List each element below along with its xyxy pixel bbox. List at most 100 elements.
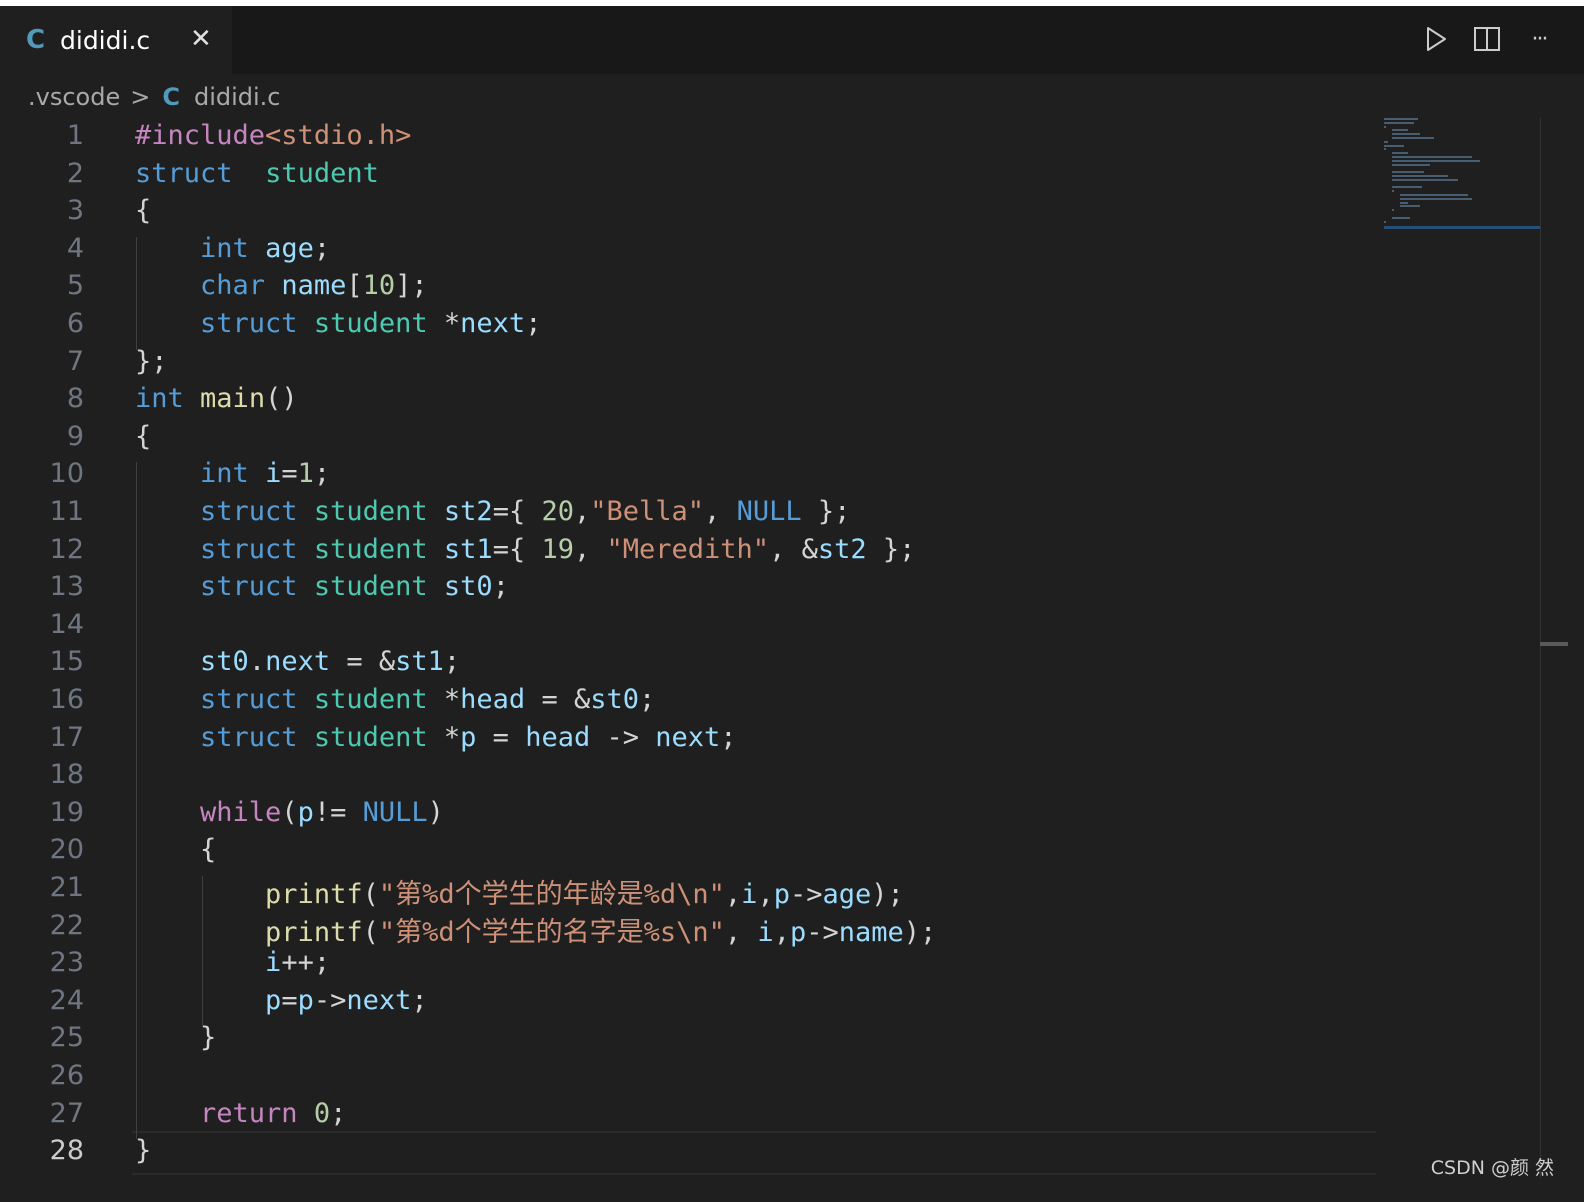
- code-token: }: [135, 1022, 217, 1054]
- line-number: 13: [49, 571, 84, 603]
- code-token: ,: [724, 879, 742, 910]
- code-token: student: [313, 308, 428, 339]
- code-token: ->: [590, 721, 656, 753]
- scrollbar-thumb[interactable]: [1540, 642, 1568, 646]
- code-token: );: [871, 879, 904, 910]
- breadcrumb: .vscode > C dididi.c: [28, 80, 280, 114]
- code-token: ={: [492, 496, 542, 527]
- code-line[interactable]: 24 p=p->next;: [0, 985, 1376, 1023]
- code-token: struct: [200, 496, 298, 527]
- line-number: 23: [49, 947, 84, 979]
- line-number: 24: [49, 984, 84, 1016]
- code-text: #include<stdio.h>: [135, 120, 411, 151]
- code-line[interactable]: 9{: [0, 421, 1376, 459]
- code-line[interactable]: 27 return 0;: [0, 1098, 1376, 1136]
- code-line[interactable]: 8 int main(): [0, 383, 1376, 421]
- minimap-line: [1392, 178, 1458, 181]
- code-token: 19: [541, 533, 574, 565]
- code-text: };: [135, 346, 168, 377]
- code-line[interactable]: 15 st0.next = &st1;: [0, 646, 1376, 684]
- minimap-line: [1392, 171, 1424, 174]
- code-token: int: [200, 232, 249, 264]
- code-line[interactable]: 22 printf("第%d个学生的名字是%s\n", i,p->name);: [0, 910, 1376, 948]
- code-token: };: [866, 533, 916, 565]
- tab-label: dididi.c: [60, 26, 151, 55]
- code-line[interactable]: 14: [0, 609, 1376, 647]
- code-line[interactable]: 23 i++;: [0, 947, 1376, 985]
- code-token: student: [313, 721, 428, 753]
- code-line[interactable]: 18: [0, 759, 1376, 797]
- vertical-scrollbar[interactable]: [1540, 118, 1568, 1178]
- code-token: ->: [806, 916, 839, 948]
- line-number: 10: [49, 458, 84, 490]
- code-line[interactable]: 3{: [0, 195, 1376, 233]
- minimap[interactable]: [1384, 118, 1540, 230]
- line-number: 18: [49, 759, 84, 791]
- code-token: struct: [200, 533, 298, 565]
- code-token: struct: [135, 157, 233, 189]
- minimap-line: [1392, 137, 1434, 139]
- line-number: 2: [66, 157, 84, 189]
- minimap-line: [1392, 163, 1430, 166]
- tab-dididi-c[interactable]: C dididi.c ✕: [0, 6, 232, 74]
- line-number: 21: [49, 872, 84, 903]
- code-token: ;: [313, 232, 331, 264]
- code-line[interactable]: 21 printf("第%d个学生的年龄是%d\n",i,p->age);: [0, 872, 1376, 910]
- code-line[interactable]: 19 while(p!= NULL): [0, 797, 1376, 835]
- minimap-line: [1392, 129, 1408, 132]
- code-text: p=p->next;: [135, 985, 428, 1016]
- minimap-line: [1384, 121, 1414, 124]
- code-line[interactable]: 10 int i=1;: [0, 458, 1376, 496]
- run-button[interactable]: [1420, 24, 1450, 54]
- code-token: = &: [330, 646, 396, 678]
- more-actions-button[interactable]: ···: [1524, 24, 1554, 54]
- code-token: head: [525, 721, 591, 753]
- breadcrumb-folder[interactable]: .vscode: [28, 83, 120, 111]
- code-line[interactable]: 6 struct student *next;: [0, 308, 1376, 346]
- split-editor-button[interactable]: [1472, 24, 1502, 54]
- minimap-cursor-line: [1384, 226, 1540, 229]
- code-line[interactable]: 12 struct student st1={ 19, "Meredith", …: [0, 534, 1376, 572]
- code-text: printf("第%d个学生的年龄是%d\n",i,p->age);: [135, 872, 904, 911]
- code-token: ;: [720, 721, 737, 753]
- breadcrumb-file[interactable]: dididi.c: [194, 83, 281, 111]
- code-token: #include: [135, 120, 266, 151]
- code-line[interactable]: 20 {: [0, 834, 1376, 872]
- line-number: 25: [49, 1022, 84, 1054]
- minimap-line: [1400, 201, 1408, 204]
- code-line[interactable]: 5 char name[10];: [0, 270, 1376, 308]
- split-editor-icon: [1474, 27, 1500, 51]
- code-line[interactable]: 4 int age;: [0, 233, 1376, 271]
- code-line[interactable]: 7};: [0, 346, 1376, 384]
- code-editor[interactable]: 1 #include<stdio.h> 2 struct student 3{4 int…: [0, 118, 1376, 1178]
- line-number: 9: [66, 420, 84, 452]
- minimap-line: [1392, 156, 1472, 158]
- code-token: 0: [313, 1097, 331, 1129]
- close-tab-icon[interactable]: ✕: [190, 24, 212, 54]
- code-line[interactable]: 17 struct student *p = head -> next;: [0, 722, 1376, 760]
- line-number: 16: [49, 684, 84, 715]
- code-line[interactable]: 11 struct student st2={ 20,"Bella", NULL…: [0, 496, 1376, 534]
- minimap-line: [1392, 152, 1408, 155]
- code-line[interactable]: 25 }: [0, 1022, 1376, 1060]
- line-number: 12: [49, 533, 84, 565]
- code-token: ;: [411, 984, 428, 1016]
- code-text: struct student: [135, 158, 379, 189]
- code-token: ,: [573, 533, 607, 565]
- code-line[interactable]: 1 #include<stdio.h>: [0, 120, 1376, 158]
- code-text: struct student st0;: [135, 571, 509, 602]
- code-line[interactable]: 2 struct student: [0, 158, 1376, 196]
- code-token: ;: [639, 684, 656, 715]
- code-line[interactable]: 16 struct student *head = &st0;: [0, 684, 1376, 722]
- code-line[interactable]: 13 struct student st0;: [0, 571, 1376, 609]
- code-line[interactable]: 26: [0, 1060, 1376, 1098]
- code-text: while(p!= NULL): [135, 797, 444, 828]
- code-token: i: [265, 458, 282, 490]
- watermark: CSDN @颜 然: [1430, 1157, 1554, 1179]
- code-token: st1: [443, 533, 493, 565]
